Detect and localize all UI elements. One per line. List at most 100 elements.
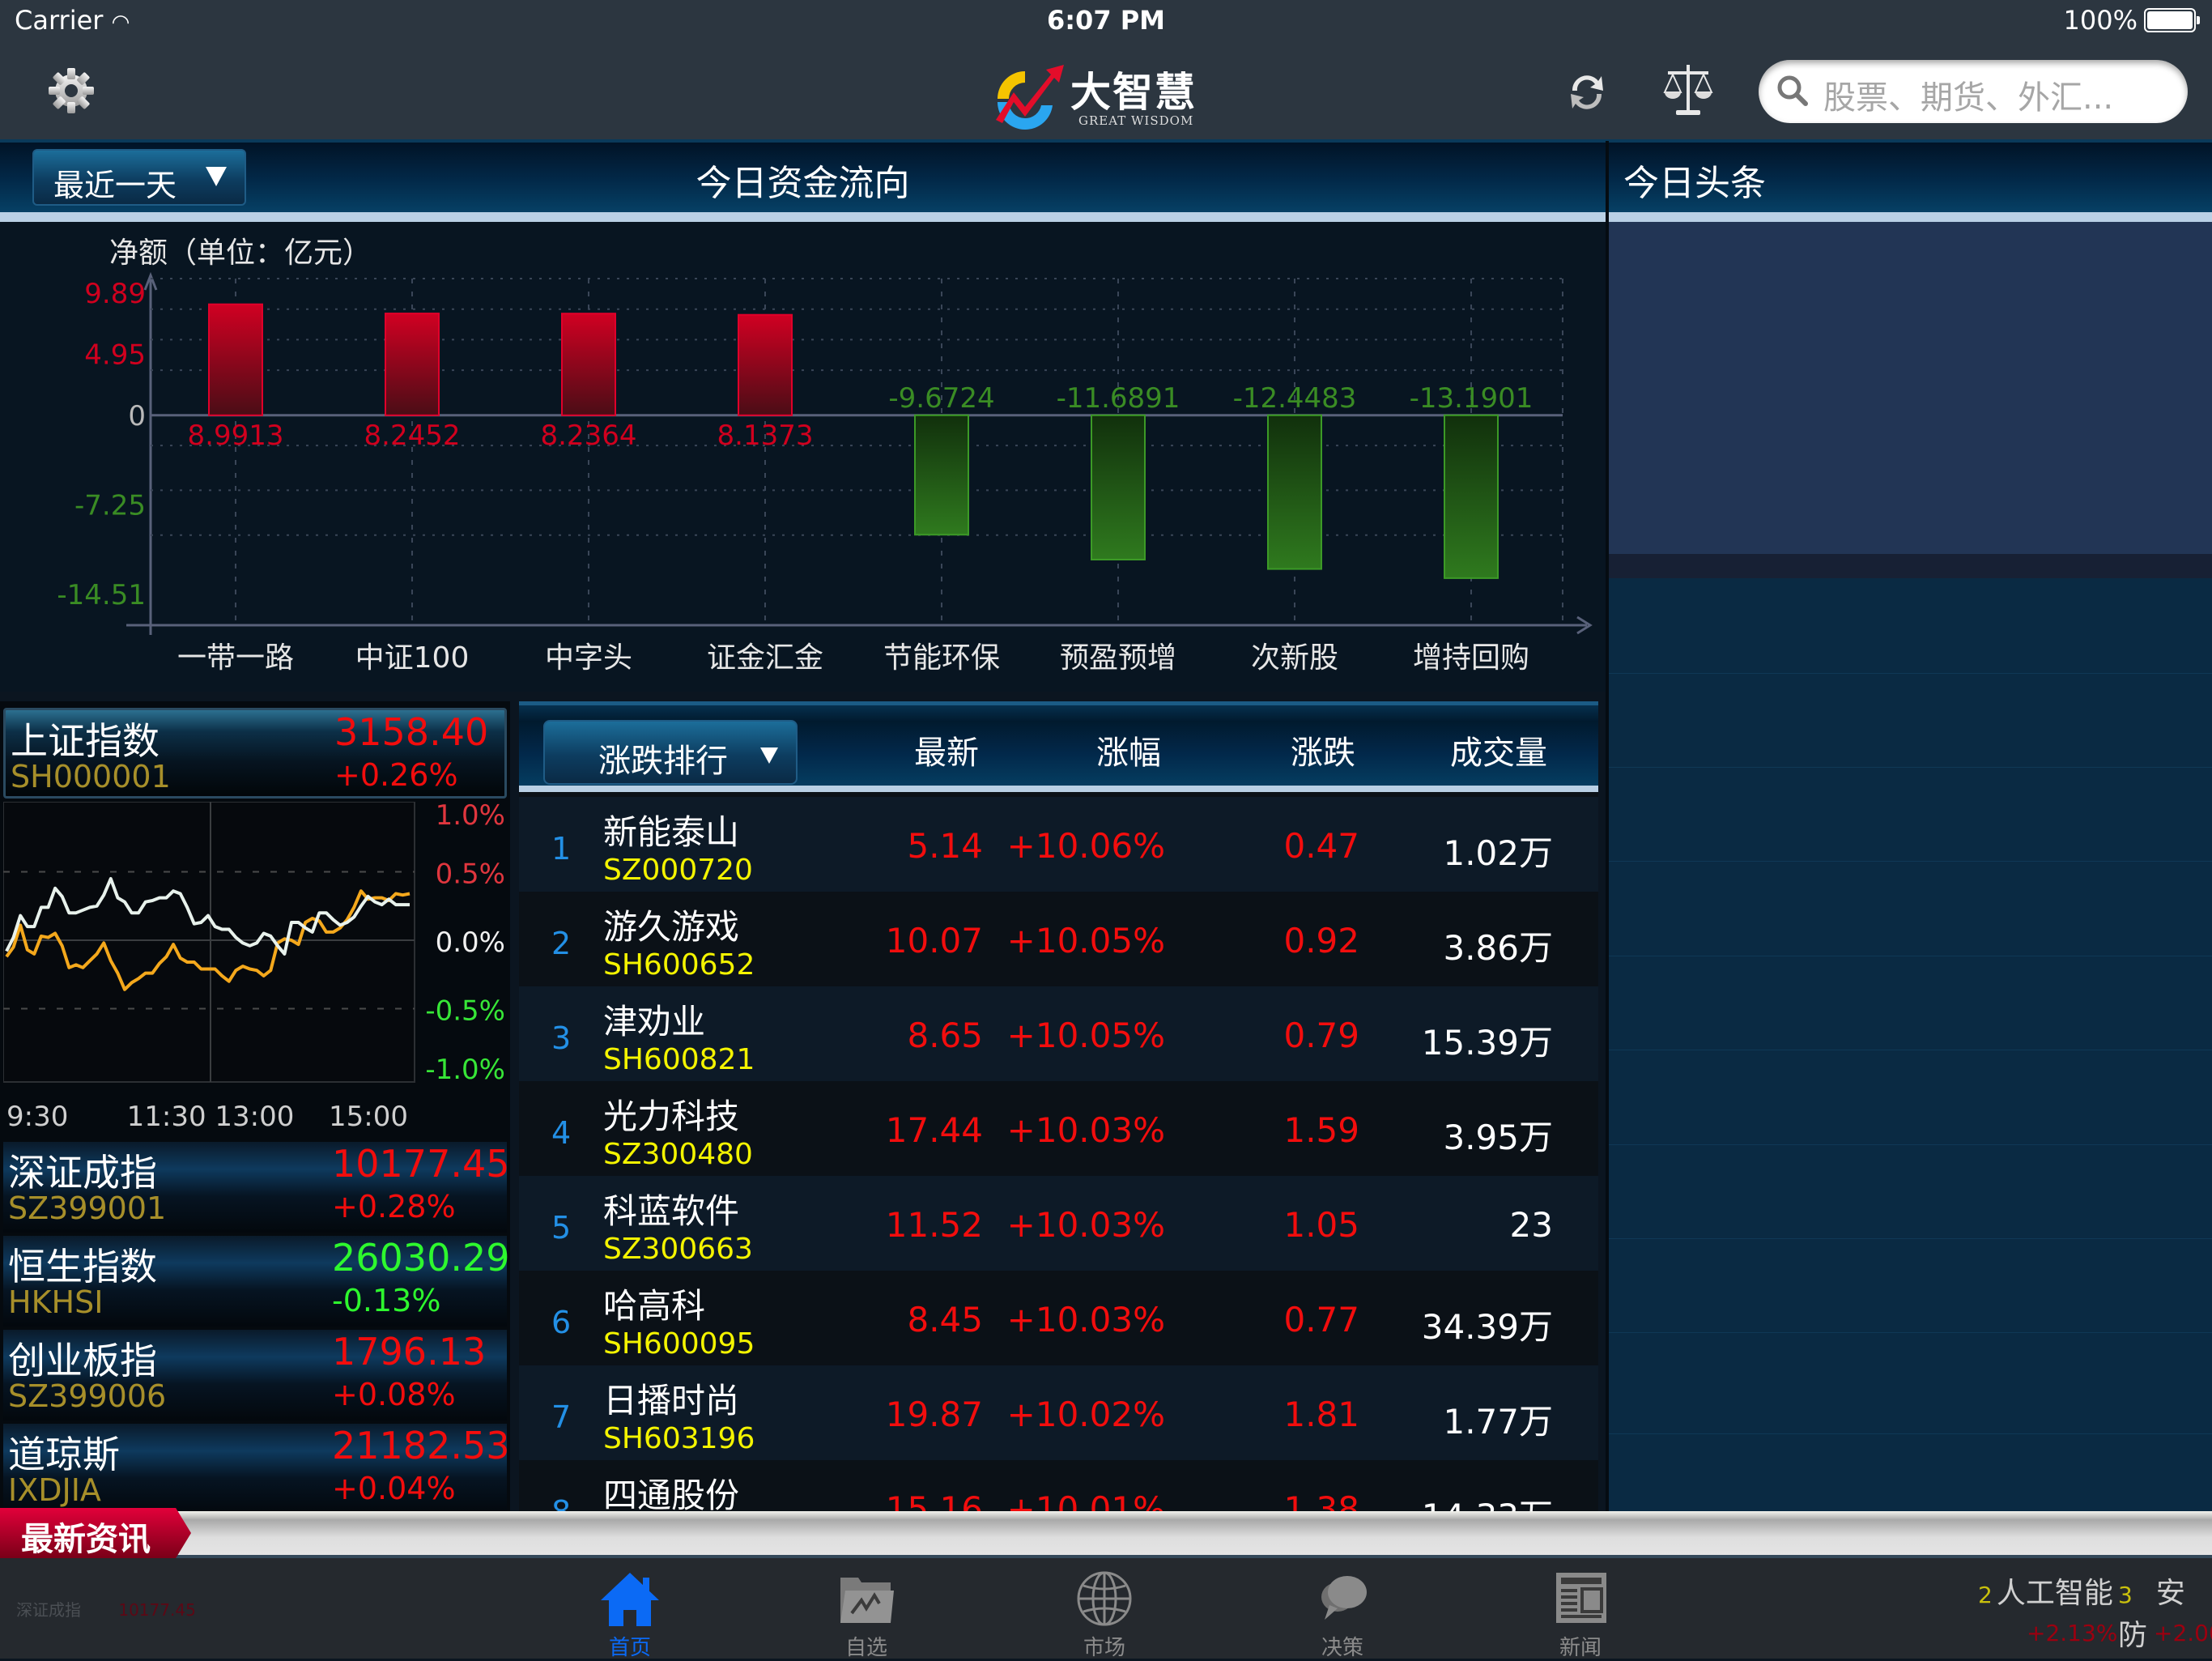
row-rank: 3: [551, 1020, 572, 1056]
compare-scale-icon[interactable]: [1661, 62, 1715, 118]
stock-price: 10.07: [885, 921, 983, 960]
headline-list[interactable]: [1609, 578, 2212, 1511]
stock-volume: 23: [1509, 1205, 1553, 1245]
bar-value-label: -12.4483: [1233, 382, 1357, 415]
stock-name: 新能泰山: [603, 812, 740, 852]
stock-name: 游久游戏: [603, 907, 740, 947]
x-tick-label: 预盈预增: [1060, 641, 1176, 675]
index-item[interactable]: 上证指数 SH000001 3158.40 +0.26%: [3, 708, 507, 799]
stock-code: SZ000720: [603, 854, 753, 887]
column-header-volume[interactable]: 成交量: [1450, 726, 1547, 773]
hot-sector-change: +2.00%: [2154, 1620, 2212, 1646]
ranking-table-header: 涨跌排行 最新 涨幅 涨跌 成交量: [519, 701, 1598, 792]
table-row[interactable]: 6 哈高科 SH600095 8.45 +10.03% 0.77 34.39万: [519, 1271, 1598, 1365]
fund-flow-title: 今日资金流向: [696, 163, 910, 204]
index-code: SZ399006: [8, 1378, 167, 1414]
headline-banner[interactable]: [1609, 222, 2212, 554]
tab-watchlist[interactable]: 自选: [802, 1565, 931, 1660]
table-row[interactable]: 3 津劝业 SH600821 8.65 +10.05% 0.79 15.39万: [519, 986, 1598, 1081]
table-row[interactable]: 1 新能泰山 SZ000720 5.14 +10.06% 0.47 1.02万: [519, 797, 1598, 892]
hot-sector-change: +2.13%: [2027, 1620, 2118, 1646]
newspaper-icon: [1556, 1573, 1606, 1623]
fund-flow-header: 最近一天 今日资金流向: [0, 143, 1606, 222]
column-header-change[interactable]: 涨跌: [1291, 726, 1355, 773]
index-item[interactable]: 道琼斯 IXDJIA 21182.53 +0.04%: [3, 1424, 510, 1514]
table-row[interactable]: 4 光力科技 SZ300480 17.44 +10.03% 1.59 3.95万: [519, 1081, 1598, 1176]
bar[interactable]: [738, 313, 793, 416]
index-name: 恒生指数: [8, 1245, 157, 1288]
tab-bar: 深证成指 10177.45 首页 自选 市场 决策 新闻 2 人工智能 +2.1…: [0, 1558, 2212, 1660]
x-tick-label: 证金汇金: [707, 641, 823, 675]
tab-news[interactable]: 新闻: [1516, 1565, 1645, 1660]
hot-sector-item[interactable]: 3 安防 +2.00%: [2118, 1569, 2212, 1654]
tab-decision[interactable]: 决策: [1278, 1565, 1407, 1660]
stock-code: SZ300480: [603, 1138, 753, 1171]
bar-value-label: -11.6891: [1057, 382, 1180, 415]
hot-sector-item[interactable]: 2 人工智能 +2.13%: [1978, 1569, 2117, 1646]
index-code: IXDJIA: [8, 1472, 101, 1508]
column-header-latest[interactable]: 最新: [914, 726, 979, 773]
index-code: SH000001: [11, 759, 171, 794]
index-code: HKHSI: [8, 1284, 104, 1320]
table-row[interactable]: 2 游久游戏 SH600652 10.07 +10.05% 0.92 3.86万: [519, 892, 1598, 986]
tab-home[interactable]: 首页: [565, 1565, 695, 1660]
row-rank: 4: [551, 1115, 572, 1151]
search-input[interactable]: 股票、期货、外汇...: [1759, 60, 2188, 123]
mini-chart-x-label: 9:30: [6, 1101, 68, 1133]
ranking-table: 涨跌排行 最新 涨幅 涨跌 成交量 1 新能泰山 SZ000720 5.14 +…: [519, 701, 1598, 1511]
index-intraday-chart[interactable]: 1.0% 0.5% 0.0% -0.5% -1.0% 9:30 11:30 13:00 15:…: [3, 802, 507, 1137]
bar[interactable]: [1267, 414, 1322, 570]
stock-code: SH600821: [603, 1043, 755, 1076]
ranking-type-dropdown[interactable]: 涨跌排行: [543, 720, 798, 785]
index-item[interactable]: 恒生指数 HKHSI 26030.29 -0.13%: [3, 1236, 510, 1327]
logo-text-cn: 大智慧: [1070, 69, 1197, 116]
status-bar: Carrier ◠ 6:07 PM 100%: [0, 0, 2212, 42]
stock-change: 0.92: [1283, 921, 1359, 960]
stock-volume: 3.95万: [1443, 1118, 1553, 1157]
table-row[interactable]: 7 日播时尚 SH603196 19.87 +10.02% 1.81 1.77万: [519, 1365, 1598, 1460]
index-change: +0.26%: [334, 757, 458, 793]
hot-sector-rank: 2: [1978, 1582, 1993, 1608]
column-header-change-pct[interactable]: 涨幅: [1096, 726, 1161, 773]
watchlist-folder-icon: [840, 1578, 894, 1623]
list-separator: [1609, 861, 2212, 862]
chat-bubbles-icon: [1321, 1576, 1367, 1620]
x-tick-label: 次新股: [1251, 641, 1338, 675]
mini-chart-y-label: -0.5%: [425, 995, 505, 1028]
stock-change-pct: +10.02%: [1006, 1395, 1165, 1434]
index-price: 26030.29: [332, 1236, 510, 1280]
table-row[interactable]: 8 四通股份 15.16 +10.01% 1.38 14.33万: [519, 1460, 1598, 1511]
tab-market[interactable]: 市场: [1040, 1565, 1169, 1660]
x-tick-label: 中证100: [355, 641, 470, 675]
index-item[interactable]: 深证成指 SZ399001 10177.45 +0.28%: [3, 1142, 510, 1233]
stock-change-pct: +10.01%: [1006, 1489, 1165, 1511]
mini-chart-x-label: 15:00: [329, 1101, 408, 1133]
stock-change: 1.81: [1283, 1395, 1359, 1434]
stock-change-pct: +10.03%: [1006, 1110, 1165, 1150]
bar-value-label: 8.9913: [188, 420, 284, 452]
bar[interactable]: [1091, 414, 1146, 560]
stock-name: 哈高科: [603, 1286, 706, 1326]
y-axis-label: 净额（单位：亿元）: [109, 236, 372, 270]
x-tick-label: 中字头: [545, 641, 632, 675]
y-tick-label: -14.51: [57, 579, 146, 611]
bar[interactable]: [385, 313, 440, 416]
bar[interactable]: [1444, 414, 1499, 579]
row-rank: 2: [551, 926, 572, 961]
stock-code: SZ300663: [603, 1233, 753, 1266]
stock-volume: 15.39万: [1421, 1023, 1553, 1063]
stock-name: 日播时尚: [603, 1381, 740, 1420]
row-rank: 8: [551, 1494, 571, 1511]
news-ticker[interactable]: [0, 1511, 2212, 1558]
bar[interactable]: [208, 303, 263, 416]
settings-gear-icon[interactable]: [45, 65, 97, 117]
table-row[interactable]: 5 科蓝软件 SZ300663 11.52 +10.03% 1.05 23: [519, 1176, 1598, 1271]
bar[interactable]: [914, 414, 969, 536]
index-price: 3158.40: [334, 710, 489, 754]
nav-bar: 大智慧 GREAT WISDOM 股票、期货、外汇...: [0, 42, 2212, 143]
bar[interactable]: [561, 313, 616, 416]
x-tick-label: 一带一路: [177, 641, 294, 675]
index-price: 21182.53: [332, 1424, 510, 1467]
index-item[interactable]: 创业板指 SZ399006 1796.13 +0.08%: [3, 1330, 507, 1420]
refresh-icon[interactable]: [1563, 68, 1611, 117]
